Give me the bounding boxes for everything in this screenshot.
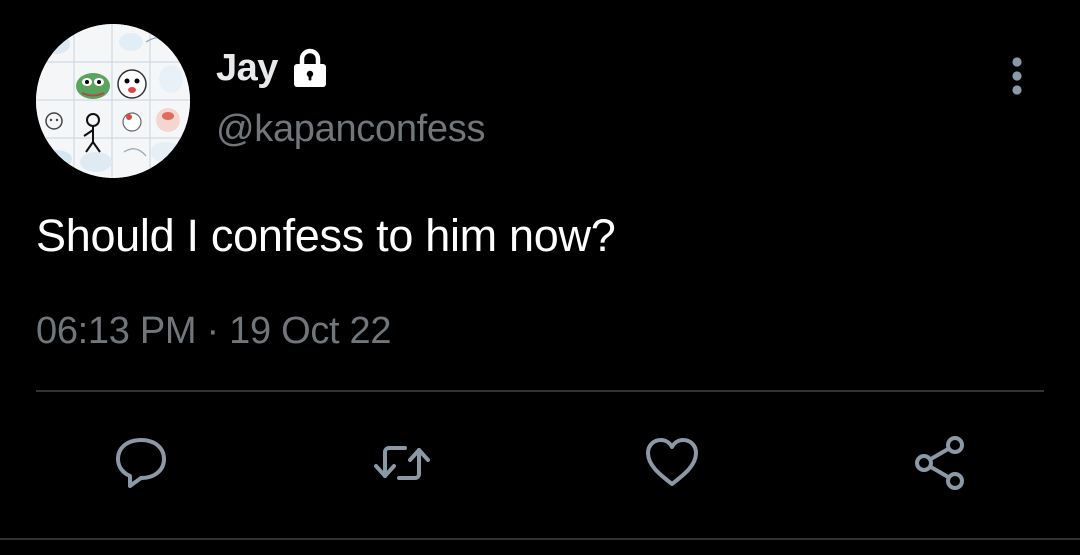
lock-icon xyxy=(288,46,332,90)
tweet-time: 06:13 PM xyxy=(36,310,197,352)
reply-button[interactable] xyxy=(110,432,172,494)
vertical-ellipsis-icon xyxy=(1012,57,1022,95)
author-handle[interactable]: @kapanconfess xyxy=(216,108,485,151)
tweet-text: Should I confess to him now? xyxy=(36,210,616,261)
tweet-date: 19 Oct 22 xyxy=(229,310,392,352)
timestamp-separator: · xyxy=(196,310,230,352)
share-nodes-icon xyxy=(915,436,964,490)
author-name-row: Jay xyxy=(216,44,332,92)
retweet-button[interactable] xyxy=(371,432,433,494)
like-button[interactable] xyxy=(641,432,703,494)
heart-icon xyxy=(646,438,698,486)
display-name[interactable]: Jay xyxy=(216,47,278,90)
share-button[interactable] xyxy=(910,432,972,494)
tweet-timestamp[interactable]: 06:13 PM · 19 Oct 22 xyxy=(36,310,392,353)
retweet-arrows-icon xyxy=(374,446,430,480)
bottom-divider xyxy=(0,538,1080,540)
more-options-button[interactable] xyxy=(996,50,1038,102)
divider xyxy=(36,390,1044,392)
speech-bubble-icon xyxy=(116,438,166,488)
avatar[interactable] xyxy=(36,24,190,178)
avatar-image xyxy=(36,24,190,178)
